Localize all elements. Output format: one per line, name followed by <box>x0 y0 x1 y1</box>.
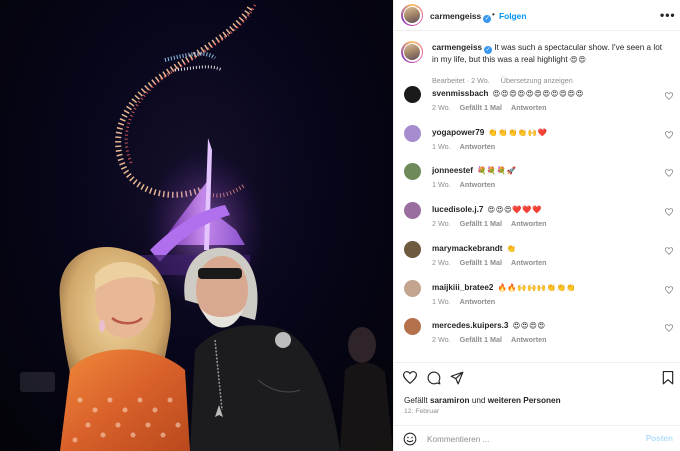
comment-time[interactable]: 1 Wo. <box>432 180 451 189</box>
comment-row: yogapower79 👏👏👏👏🙌❤️ 1 Wo. Antworten <box>394 124 680 160</box>
comment-like-count[interactable]: Gefällt 1 Mal <box>460 103 502 112</box>
comment-text: 🔥🔥🙌🙌🙌👏👏👏 <box>497 282 577 292</box>
comment-row: svenmissbach 😍😍😍😍😍😍😍😍😍😍😍 2 Wo. Gefällt 1 Ma… <box>394 85 680 121</box>
caption-author-avatar[interactable] <box>401 41 423 63</box>
comment-row: maijkiii_bratee2 🔥🔥🙌🙌🙌👏👏👏 1 Wo. Antworten <box>394 279 680 315</box>
comment-like-count[interactable]: Gefällt 1 Mal <box>460 219 502 228</box>
comment-time[interactable]: 1 Wo. <box>432 142 451 151</box>
comment-like-heart-icon[interactable] <box>665 92 673 100</box>
comment-like-heart-icon[interactable] <box>665 131 673 139</box>
verified-badge-icon: ✓ <box>483 15 492 23</box>
reply-link[interactable]: Antworten <box>511 219 547 228</box>
commenter-avatar[interactable] <box>404 318 421 336</box>
comment-time[interactable]: 2 Wo. <box>432 103 451 112</box>
post-image <box>20 4 393 451</box>
comment-time[interactable]: 2 Wo. <box>432 335 451 344</box>
comment-input[interactable] <box>427 432 637 446</box>
comment-text: 👏 <box>506 243 517 253</box>
show-translation-link[interactable]: Übersetzung anzeigen <box>501 76 573 85</box>
instagram-post-view: carmengeiss ✓ • Folgen ••• carmengeiss ✓ I… <box>0 0 680 451</box>
comment-text: 😍😍😍😍😍😍😍😍😍😍😍 <box>492 89 584 98</box>
reply-link[interactable]: Antworten <box>511 103 547 112</box>
comment-like-heart-icon[interactable] <box>665 208 673 216</box>
more-options-icon[interactable]: ••• <box>660 8 676 22</box>
separator-dot: • <box>492 10 495 19</box>
emoji-picker-icon[interactable] <box>403 432 417 446</box>
commenter-username[interactable]: marymackebrandt <box>432 244 503 253</box>
post-photo[interactable] <box>0 0 393 451</box>
share-send-icon[interactable] <box>450 371 464 385</box>
comment-time[interactable]: 2 Wo. <box>432 219 451 228</box>
reply-link[interactable]: Antworten <box>511 258 547 267</box>
liked-by-others-link[interactable]: weiteren Personen <box>488 396 561 405</box>
commenter-username[interactable]: maijkiii_bratee2 <box>432 283 493 292</box>
comment-text: 😍😍😍😍 <box>512 321 546 331</box>
caption-emoji: 😍😍 <box>569 55 587 64</box>
commenter-avatar[interactable] <box>404 163 421 181</box>
comment-row: marymackebrandt 👏 2 Wo. Gefällt 1 Mal Antwor… <box>394 240 680 276</box>
caption: carmengeiss ✓ It was such a spectacular s… <box>394 39 680 89</box>
comment-like-heart-icon[interactable] <box>665 247 673 255</box>
reply-link[interactable]: Antworten <box>460 297 496 306</box>
commenter-username[interactable]: lucedisole.j.7 <box>432 205 483 214</box>
commenter-avatar[interactable] <box>404 86 421 103</box>
comment-time[interactable]: 1 Wo. <box>432 297 451 306</box>
man <box>184 247 340 451</box>
post-actions: Gefällt saramiron und weiteren Personen … <box>394 362 680 421</box>
comment-icon[interactable] <box>427 371 441 385</box>
caption-username[interactable]: carmengeiss <box>432 43 482 52</box>
comments-list[interactable]: carmengeiss ✓ It was such a spectacular s… <box>394 31 680 362</box>
commenter-username[interactable]: mercedes.kuipers.3 <box>432 321 508 330</box>
comment-like-heart-icon[interactable] <box>665 285 673 294</box>
commenter-avatar[interactable] <box>404 279 421 297</box>
reply-link[interactable]: Antworten <box>460 142 496 151</box>
post-comment-button[interactable]: Posten <box>646 434 673 443</box>
comment-row: jonneestef 💐💐💐🚀 1 Wo. Antworten <box>394 162 680 198</box>
commenter-avatar[interactable] <box>404 240 421 258</box>
comment-like-count[interactable]: Gefällt 1 Mal <box>460 335 502 344</box>
author-username[interactable]: carmengeiss ✓ <box>430 11 492 23</box>
comment-text: 💐💐💐🚀 <box>476 166 517 176</box>
commenter-avatar[interactable] <box>404 124 421 142</box>
post-sidebar: carmengeiss ✓ • Folgen ••• carmengeiss ✓ I… <box>393 0 680 451</box>
reply-link[interactable]: Antworten <box>511 335 547 344</box>
comment-text: 😍😍😍❤️❤️❤️ <box>487 205 542 215</box>
comment-like-heart-icon[interactable] <box>665 324 673 332</box>
commenter-username[interactable]: svenmissbach <box>432 89 488 98</box>
comment-row: lucedisole.j.7 😍😍😍❤️❤️❤️ 2 Wo. Gefällt 1 Ma… <box>394 201 680 237</box>
caption-edited-time: Bearbeitet · 2 Wo. <box>432 76 490 85</box>
author-avatar[interactable] <box>401 4 423 26</box>
follow-button[interactable]: Folgen <box>499 11 526 21</box>
comment-composer: Posten <box>394 425 680 451</box>
commenter-username[interactable]: jonneestef <box>432 166 473 175</box>
reply-link[interactable]: Antworten <box>460 180 496 189</box>
commenter-username[interactable]: yogapower79 <box>432 128 484 137</box>
comment-like-count[interactable]: Gefällt 1 Mal <box>460 258 502 267</box>
comment-row: mercedes.kuipers.3 😍😍😍😍 2 Wo. Gefällt 1 Mal… <box>394 317 680 353</box>
verified-badge-icon: ✓ <box>484 46 493 54</box>
liked-by-summary: Gefällt saramiron und weiteren Personen <box>404 396 561 405</box>
post-header: carmengeiss ✓ • Folgen ••• <box>394 0 680 31</box>
post-date[interactable]: 12. Februar <box>404 408 439 415</box>
comment-time[interactable]: 2 Wo. <box>432 258 451 267</box>
like-heart-icon[interactable] <box>403 371 417 384</box>
liked-by-user[interactable]: saramiron <box>430 396 470 405</box>
comment-text: 👏👏👏👏🙌❤️ <box>488 127 548 137</box>
comment-like-heart-icon[interactable] <box>665 169 673 178</box>
save-bookmark-icon[interactable] <box>662 371 674 385</box>
commenter-avatar[interactable] <box>404 202 421 220</box>
